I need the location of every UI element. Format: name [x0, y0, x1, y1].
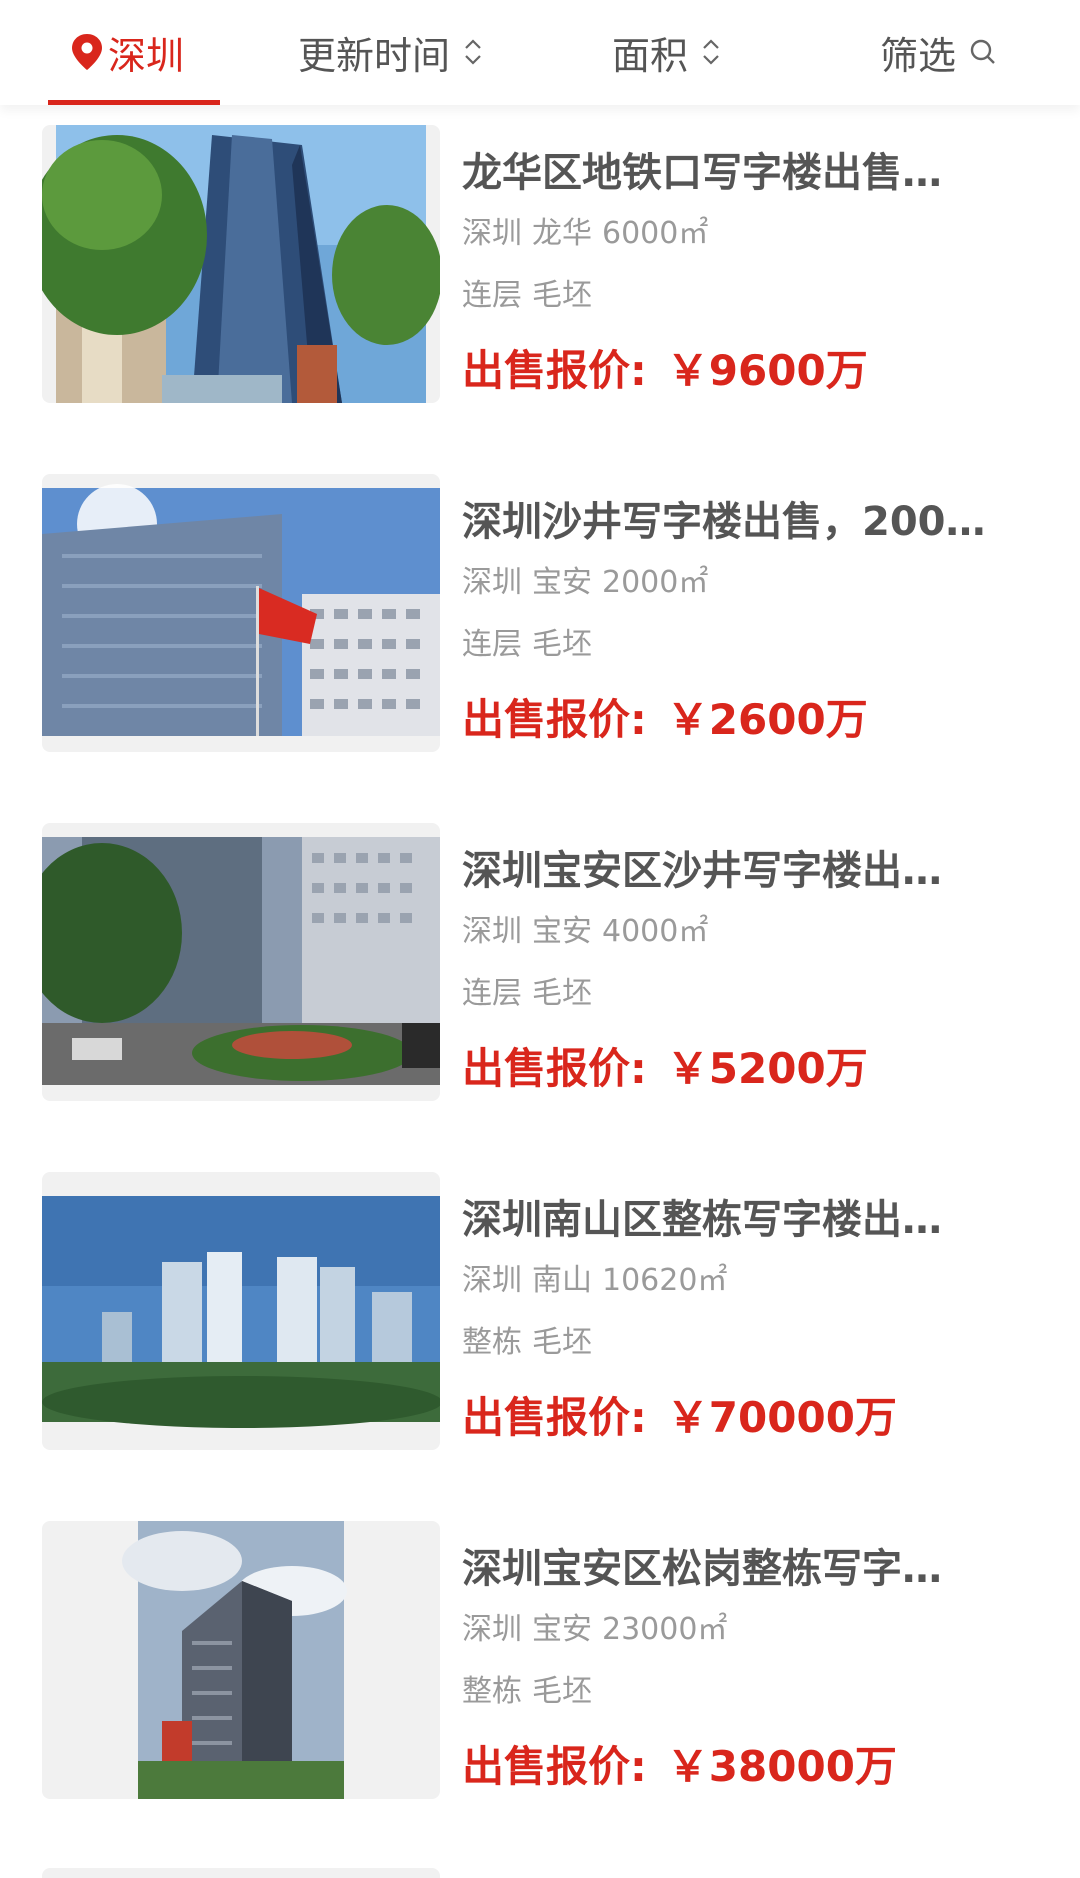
listing-floor-type: 连层 [462, 278, 522, 313]
sort-update-time-tab[interactable]: 更新时间 [298, 22, 484, 82]
price-value: ￥2600万 [666, 695, 868, 744]
listing-tags: 连层 毛坯 [462, 275, 1042, 317]
listing-card[interactable]: 深圳宝安区松岗整栋写字… 深圳 宝安 23000㎡ 整栋 毛坯 出售报价: ￥38000… [0, 1501, 1080, 1850]
search-icon [970, 39, 995, 64]
listing-area: 6000㎡ [602, 216, 709, 251]
listing-meta: 深圳 宝安 2000㎡ [462, 562, 1042, 604]
listing-floor-type: 连层 [462, 976, 522, 1011]
listing-photo[interactable] [42, 125, 440, 403]
listing-decoration: 毛坯 [532, 627, 592, 662]
price-value: ￥9600万 [666, 346, 868, 395]
listing-card[interactable]: 龙华区地铁口写字楼出售… 深圳 龙华 6000㎡ 连层 毛坯 出售报价: ￥9600万 [0, 105, 1080, 454]
listing-info: 深圳宝安区松岗整栋写字… 深圳 宝安 23000㎡ 整栋 毛坯 出售报价: ￥38000… [462, 1543, 1042, 1795]
listing-district: 南山 [532, 1263, 592, 1298]
sort-area-tab[interactable]: 面积 [612, 22, 722, 82]
listing-decoration: 毛坯 [532, 1325, 592, 1360]
listing-price-row: 出售报价: ￥9600万 [462, 343, 1042, 399]
listing-tags: 整栋 毛坯 [462, 1671, 1042, 1713]
listing-price-row: 出售报价: ￥38000万 [462, 1739, 1042, 1795]
listing-title[interactable]: 龙华区地铁口写字楼出售… [462, 147, 1042, 199]
listing-photo[interactable] [42, 1172, 440, 1450]
sort-chevrons-icon [465, 39, 481, 65]
listing-card[interactable]: 深圳沙井写字楼出售，200… 深圳 宝安 2000㎡ 连层 毛坯 出售报价: ￥2600… [0, 454, 1080, 803]
location-pin-icon [72, 34, 102, 70]
price-label: 出售报价: [462, 695, 647, 744]
listing-list: 龙华区地铁口写字楼出售… 深圳 龙华 6000㎡ 连层 毛坯 出售报价: ￥9600万 [0, 105, 1080, 1850]
listing-area: 2000㎡ [602, 565, 709, 600]
listing-card[interactable]: 深圳宝安区沙井写字楼出… 深圳 宝安 4000㎡ 连层 毛坯 出售报价: ￥5200万 [0, 803, 1080, 1152]
listing-tags: 连层 毛坯 [462, 624, 1042, 666]
price-label: 出售报价: [462, 346, 647, 395]
filter-tab[interactable]: 筛选 [880, 22, 998, 82]
listing-district: 宝安 [532, 914, 592, 949]
listing-title[interactable]: 深圳宝安区沙井写字楼出… [462, 845, 1042, 897]
listing-area: 4000㎡ [602, 914, 709, 949]
listing-floor-type: 整栋 [462, 1674, 522, 1709]
filter-bar: 深圳 更新时间 面积 筛选 [0, 0, 1080, 105]
filter-label: 筛选 [880, 33, 957, 78]
active-tab-indicator [48, 100, 220, 105]
listing-tags: 整栋 毛坯 [462, 1322, 1042, 1364]
listing-floor-type: 整栋 [462, 1325, 522, 1360]
listing-photo[interactable] [42, 823, 440, 1101]
listing-city: 深圳 [462, 914, 522, 949]
listing-photo[interactable] [42, 474, 440, 752]
listing-city: 深圳 [462, 1612, 522, 1647]
listing-tags: 连层 毛坯 [462, 973, 1042, 1015]
price-label: 出售报价: [462, 1742, 647, 1791]
city-tab[interactable]: 深圳 [70, 22, 184, 82]
listing-title[interactable]: 深圳南山区整栋写字楼出… [462, 1194, 1042, 1246]
price-value: ￥70000万 [666, 1393, 897, 1442]
listing-meta: 深圳 龙华 6000㎡ [462, 213, 1042, 255]
listing-title[interactable]: 深圳沙井写字楼出售，200… [462, 496, 1042, 548]
listing-info: 龙华区地铁口写字楼出售… 深圳 龙华 6000㎡ 连层 毛坯 出售报价: ￥9600万 [462, 147, 1042, 399]
listing-decoration: 毛坯 [532, 278, 592, 313]
listing-floor-type: 连层 [462, 627, 522, 662]
listing-photo[interactable] [42, 1521, 440, 1799]
listing-meta: 深圳 南山 10620㎡ [462, 1260, 1042, 1302]
listing-info: 深圳南山区整栋写字楼出… 深圳 南山 10620㎡ 整栋 毛坯 出售报价: ￥70000… [462, 1194, 1042, 1446]
update-time-label: 更新时间 [298, 33, 451, 78]
city-tab-label: 深圳 [108, 33, 185, 78]
price-value: ￥38000万 [666, 1742, 897, 1791]
area-label: 面积 [612, 33, 689, 78]
price-label: 出售报价: [462, 1393, 647, 1442]
listing-price-row: 出售报价: ￥70000万 [462, 1390, 1042, 1446]
listing-title[interactable]: 深圳宝安区松岗整栋写字… [462, 1543, 1042, 1595]
listing-city: 深圳 [462, 565, 522, 600]
listing-info: 深圳沙井写字楼出售，200… 深圳 宝安 2000㎡ 连层 毛坯 出售报价: ￥2600… [462, 496, 1042, 748]
sort-chevrons-icon [703, 39, 719, 65]
listing-price-row: 出售报价: ￥5200万 [462, 1041, 1042, 1097]
listing-price-row: 出售报价: ￥2600万 [462, 692, 1042, 748]
listing-meta: 深圳 宝安 4000㎡ [462, 911, 1042, 953]
listing-decoration: 毛坯 [532, 976, 592, 1011]
listing-city: 深圳 [462, 216, 522, 251]
price-label: 出售报价: [462, 1044, 647, 1093]
listing-area: 10620㎡ [602, 1263, 728, 1298]
listing-district: 宝安 [532, 1612, 592, 1647]
listing-meta: 深圳 宝安 23000㎡ [462, 1609, 1042, 1651]
listing-city: 深圳 [462, 1263, 522, 1298]
listing-district: 宝安 [532, 565, 592, 600]
listing-district: 龙华 [532, 216, 592, 251]
next-listing-photo-partial [42, 1868, 440, 1878]
listing-area: 23000㎡ [602, 1612, 728, 1647]
listing-card[interactable]: 深圳南山区整栋写字楼出… 深圳 南山 10620㎡ 整栋 毛坯 出售报价: ￥70000… [0, 1152, 1080, 1501]
price-value: ￥5200万 [666, 1044, 868, 1093]
listing-info: 深圳宝安区沙井写字楼出… 深圳 宝安 4000㎡ 连层 毛坯 出售报价: ￥5200万 [462, 845, 1042, 1097]
listing-decoration: 毛坯 [532, 1674, 592, 1709]
